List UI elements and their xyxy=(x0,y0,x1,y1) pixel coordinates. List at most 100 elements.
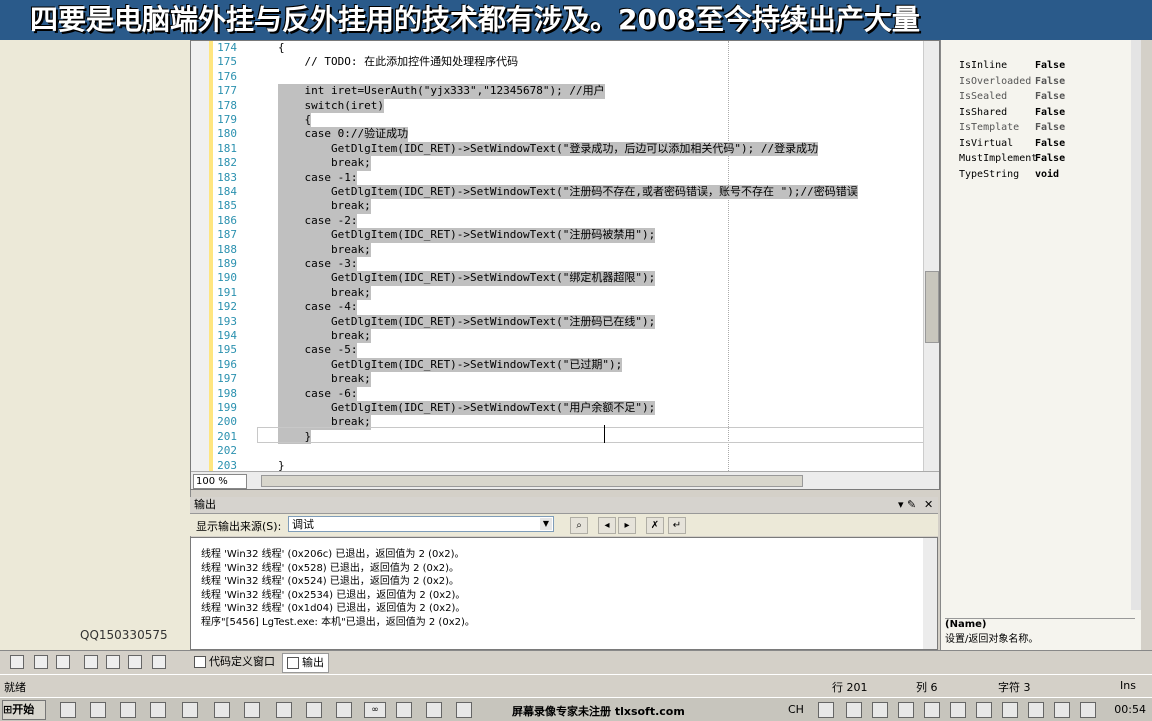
tray-icon-7[interactable] xyxy=(976,702,992,718)
pin-icon[interactable]: ▾ ✎ xyxy=(898,497,916,513)
status-insert-mode: Ins xyxy=(1120,679,1136,692)
code-text: break; xyxy=(278,329,371,344)
prev-message-icon[interactable]: ◂ xyxy=(598,517,616,534)
property-value: False xyxy=(1035,106,1066,118)
tray-icon-8[interactable] xyxy=(1002,702,1018,718)
next-message-icon[interactable]: ▸ xyxy=(618,517,636,534)
bottom-tab-bar: 代码定义窗口 输出 xyxy=(0,650,1152,673)
line-number: 180 xyxy=(217,127,237,141)
line-number: 190 xyxy=(217,271,237,285)
recorder-watermark: 屏幕录像专家未注册 tlxsoft.com xyxy=(512,705,685,718)
task-icon-2[interactable] xyxy=(426,702,442,718)
property-name: IsShared xyxy=(959,106,1008,118)
tray-icon-2[interactable] xyxy=(846,702,862,718)
task-icon-3[interactable] xyxy=(456,702,472,718)
output-title: 输出 xyxy=(194,498,216,511)
property-name: TypeString xyxy=(959,168,1020,180)
output-source-select[interactable]: 调试 ▼ xyxy=(288,516,554,532)
quicklaunch-icon-5[interactable] xyxy=(182,702,198,718)
tray-icon-9[interactable] xyxy=(1028,702,1044,718)
quicklaunch-icon-1[interactable] xyxy=(60,702,76,718)
network-icon[interactable] xyxy=(1080,702,1096,718)
editor-margin xyxy=(191,41,210,471)
line-number: 191 xyxy=(217,285,237,299)
close-icon[interactable]: ✕ xyxy=(924,497,933,513)
output-scrollbar[interactable] xyxy=(923,538,937,649)
word-wrap-icon[interactable]: ↵ xyxy=(668,517,686,534)
toolbox-icon[interactable] xyxy=(84,655,98,669)
code-text: switch(iret) xyxy=(278,98,384,113)
line-number: 174 xyxy=(217,41,237,54)
output-line: 程序"[5456] LgTest.exe: 本机"已退出，返回值为 2 (0x2… xyxy=(201,616,475,628)
infinity-icon[interactable]: ∞ xyxy=(364,702,386,718)
quicklaunch-icon-9[interactable] xyxy=(306,702,322,718)
server-explorer-icon[interactable] xyxy=(106,655,120,669)
status-character: 字符 3 xyxy=(998,681,1031,694)
property-description: (Name) 设置/返回对象名称。 xyxy=(945,618,1135,649)
horizontal-scroll-thumb[interactable] xyxy=(261,475,803,487)
property-value: False xyxy=(1035,153,1066,164)
output-body[interactable]: 线程 'Win32 线程' (0x206c) 已退出，返回值为 2 (0x2)。… xyxy=(190,537,938,650)
quicklaunch-icon-4[interactable] xyxy=(150,702,166,718)
code-text: break; xyxy=(278,242,371,257)
properties-scrollbar[interactable] xyxy=(1131,40,1141,610)
quicklaunch-icon-2[interactable] xyxy=(90,702,106,718)
volume-icon[interactable] xyxy=(1054,702,1070,718)
tab-output[interactable]: 输出 xyxy=(282,653,329,673)
code-text: case -1: xyxy=(278,170,358,185)
output-line: 线程 'Win32 线程' (0x1d04) 已退出，返回值为 2 (0x2)。 xyxy=(201,603,466,614)
watermark-banner: 四要是电脑端外挂与反外挂用的技术都有涉及。2008至今持续出产大量 xyxy=(0,0,1152,40)
find-icon[interactable]: ⌕ xyxy=(570,517,588,534)
resource-view-icon[interactable] xyxy=(56,655,70,669)
line-number: 184 xyxy=(217,185,237,198)
status-ready: 就绪 xyxy=(4,681,26,694)
qq-watermark: QQ150330575 xyxy=(80,628,168,642)
output-line: 线程 'Win32 线程' (0x524) 已退出，返回值为 2 (0x2)。 xyxy=(201,576,460,587)
code-text: case -6: xyxy=(278,386,358,401)
output-window-icon xyxy=(287,657,299,669)
editor-vertical-scrollbar[interactable] xyxy=(923,41,939,471)
properties-icon[interactable] xyxy=(128,655,142,669)
class-view-icon[interactable] xyxy=(34,655,48,669)
start-button[interactable]: ⊞开始 xyxy=(2,700,46,720)
quicklaunch-icon-3[interactable] xyxy=(120,702,136,718)
property-value: void xyxy=(1035,168,1060,180)
tray-icon-5[interactable] xyxy=(924,702,940,718)
tray-icon-4[interactable] xyxy=(898,702,914,718)
status-line: 行 201 xyxy=(832,681,868,694)
code-text: GetDlgItem(IDC_RET)->SetWindowText("登录成功… xyxy=(278,141,819,157)
property-name: IsOverloaded xyxy=(959,75,1032,87)
scroll-thumb[interactable] xyxy=(925,271,939,343)
zoom-select[interactable]: 100 % xyxy=(193,474,247,489)
code-text: { xyxy=(278,41,285,54)
line-number: 194 xyxy=(217,329,237,342)
taskbar: ⊞开始 ∞ 屏幕录像专家未注册 tlxsoft.com CH 00:54 xyxy=(0,697,1152,721)
line-number: 199 xyxy=(217,401,237,414)
quicklaunch-icon-10[interactable] xyxy=(336,702,352,718)
tab-code-definition[interactable]: 代码定义窗口 xyxy=(190,653,279,671)
quicklaunch-icon-7[interactable] xyxy=(244,702,260,718)
tray-icon-3[interactable] xyxy=(872,702,888,718)
chevron-down-icon[interactable]: ▼ xyxy=(540,518,552,530)
code-text: // TODO: 在此添加控件通知处理程序代码 xyxy=(278,55,519,69)
solution-explorer-icon[interactable] xyxy=(10,655,24,669)
editor-horizontal-bar: 100 % xyxy=(191,471,939,489)
quicklaunch-icon-6[interactable] xyxy=(214,702,230,718)
tray-icon-1[interactable] xyxy=(818,702,834,718)
code-editor[interactable]: 174 {175 // TODO: 在此添加控件通知处理程序代码 176 177 in… xyxy=(190,40,940,490)
clear-all-icon[interactable]: ✗ xyxy=(646,517,664,534)
code-text: GetDlgItem(IDC_RET)->SetWindowText("用户余额… xyxy=(278,401,656,416)
column-guide xyxy=(728,41,729,471)
property-name: IsInline xyxy=(959,60,1008,71)
line-number: 186 xyxy=(217,213,237,227)
quicklaunch-icon-8[interactable] xyxy=(276,702,292,718)
code-text: break; xyxy=(278,372,371,387)
ime-indicator[interactable]: CH xyxy=(788,703,804,716)
code-text: case -4: xyxy=(278,300,358,315)
property-pages-icon[interactable] xyxy=(152,655,166,669)
task-icon-1[interactable] xyxy=(396,702,412,718)
tray-icon-6[interactable] xyxy=(950,702,966,718)
line-number: 202 xyxy=(217,444,237,458)
property-name: IsSealed xyxy=(959,91,1008,102)
line-number: 196 xyxy=(217,357,237,371)
